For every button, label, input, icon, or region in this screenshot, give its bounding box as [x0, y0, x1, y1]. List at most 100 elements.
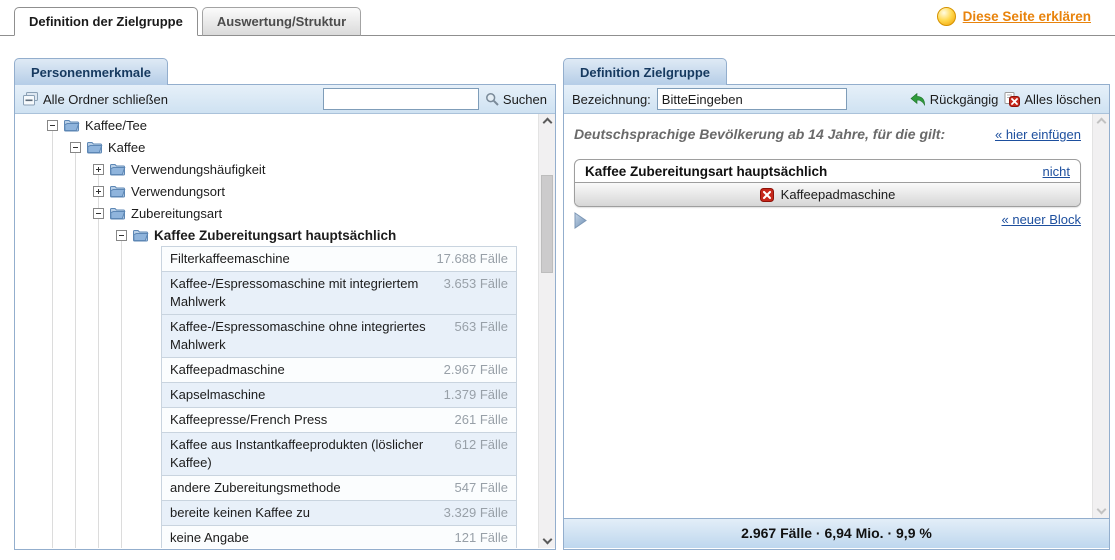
- tree-node-label: Kaffee: [108, 140, 145, 155]
- tab-personenmerkmale[interactable]: Personenmerkmale: [14, 58, 168, 85]
- folder-icon: [63, 119, 80, 132]
- collapse-toggle-icon[interactable]: [93, 208, 104, 219]
- tree-scrollbar[interactable]: [538, 114, 555, 548]
- tree-leaf[interactable]: andere Zubereitungsmethode 547 Fälle: [161, 475, 517, 501]
- tab-label: Auswertung/Struktur: [217, 14, 346, 29]
- leaf-count: 1.379 Fälle: [444, 386, 508, 404]
- collapse-all-button[interactable]: Alle Ordner schließen: [23, 92, 168, 107]
- tab-label: Definition der Zielgruppe: [29, 14, 183, 29]
- leaf-label: keine Angabe: [170, 529, 455, 547]
- tab-auswertung-struktur[interactable]: Auswertung/Struktur: [202, 7, 361, 36]
- tree-node-label: Verwendungshäufigkeit: [131, 162, 265, 177]
- expand-toggle-icon[interactable]: [93, 164, 104, 175]
- collapse-toggle-icon[interactable]: [116, 230, 127, 241]
- leaf-label: Kaffee-/Espressomaschine ohne integriert…: [170, 318, 455, 354]
- leaf-label: Kapselmaschine: [170, 386, 444, 404]
- tree-node-zubereitungsart[interactable]: Zubereitungsart: [15, 202, 555, 224]
- leaf-label: Filterkaffeemaschine: [170, 250, 436, 268]
- leaf-count: 547 Fälle: [455, 479, 508, 497]
- tree-leaf[interactable]: keine Angabe 121 Fälle: [161, 525, 517, 548]
- merkmal-value-list: Filterkaffeemaschine 17.688 Fälle Kaffee…: [161, 246, 517, 548]
- tree-node-verwendungshaeufigkeit[interactable]: Verwendungshäufigkeit: [15, 158, 555, 180]
- folder-icon: [132, 229, 149, 242]
- tree-node-label: Kaffee/Tee: [85, 118, 147, 133]
- tree-leaf[interactable]: Kaffee-/Espressomaschine ohne integriert…: [161, 314, 517, 358]
- scroll-up-icon[interactable]: [543, 117, 552, 126]
- collapse-all-icon: [23, 92, 39, 106]
- tree-leaf[interactable]: Kaffee aus Instantkaffeeprodukten (lösli…: [161, 432, 517, 476]
- collapse-toggle-icon[interactable]: [47, 120, 58, 131]
- search-button[interactable]: Suchen: [485, 92, 547, 107]
- leaf-count: 2.967 Fälle: [444, 361, 508, 379]
- main-content: Personenmerkmale Alle Ordner schließen: [0, 58, 1115, 550]
- new-block-link[interactable]: « neuer Block: [1002, 212, 1082, 227]
- definition-block: Kaffee Zubereitungsart hauptsächlich nic…: [574, 159, 1081, 207]
- bezeichnung-label: Bezeichnung:: [572, 92, 651, 107]
- tab-definition-zielgruppe[interactable]: Definition Zielgruppe: [563, 58, 727, 85]
- collapse-toggle-icon[interactable]: [70, 142, 81, 153]
- search-input[interactable]: [323, 88, 479, 110]
- leaf-label: andere Zubereitungsmethode: [170, 479, 455, 497]
- lightbulb-icon: [937, 7, 956, 26]
- clear-all-label: Alles löschen: [1024, 92, 1101, 107]
- personenmerkmale-panel: Personenmerkmale Alle Ordner schließen: [14, 58, 556, 550]
- block-footer-row: « neuer Block: [574, 212, 1081, 229]
- leaf-count: 121 Fälle: [455, 529, 508, 547]
- tree-leaf[interactable]: Filterkaffeemaschine 17.688 Fälle: [161, 246, 517, 272]
- folder-icon: [109, 207, 126, 220]
- definition-intro-row: « hier einfügen Deutschsprachige Bevölke…: [574, 124, 1081, 145]
- definition-block-header: Kaffee Zubereitungsart hauptsächlich nic…: [575, 160, 1080, 183]
- status-bar: 2.967 Fälle · 6,94 Mio. · 9,9 %: [564, 518, 1109, 548]
- tree-node-label: Verwendungsort: [131, 184, 225, 199]
- tree-node-kaffee[interactable]: Kaffee: [15, 136, 555, 158]
- personenmerkmale-box: Alle Ordner schließen Suchen: [14, 84, 556, 550]
- main-tab-bar: Definition der Zielgruppe Auswertung/Str…: [0, 0, 1115, 36]
- leaf-label: bereite keinen Kaffee zu: [170, 504, 444, 522]
- leaf-count: 3.653 Fälle: [444, 275, 508, 293]
- leaf-count: 17.688 Fälle: [436, 250, 508, 268]
- search-icon: [485, 92, 499, 106]
- tree-guide-line: [121, 237, 122, 548]
- definition-scrollbar[interactable]: [1092, 114, 1109, 518]
- app-window: Definition der Zielgruppe Auswertung/Str…: [0, 0, 1115, 560]
- tree-leaf[interactable]: Kaffee-/Espressomaschine mit integrierte…: [161, 271, 517, 315]
- scroll-down-icon[interactable]: [543, 536, 552, 545]
- zielgruppe-box: Bezeichnung: Rückgängig: [563, 84, 1110, 550]
- leaf-label: Kaffeepresse/French Press: [170, 411, 455, 429]
- leaf-count: 563 Fälle: [455, 318, 508, 336]
- tree-leaf[interactable]: Kaffeepadmaschine 2.967 Fälle: [161, 357, 517, 383]
- leaf-count: 261 Fälle: [455, 411, 508, 429]
- leaf-count: 3.329 Fälle: [444, 504, 508, 522]
- block-item-label: Kaffeepadmaschine: [781, 187, 896, 202]
- base-population-text: Deutschsprachige Bevölkerung ab 14 Jahre…: [574, 124, 966, 145]
- tree-node-verwendungsort[interactable]: Verwendungsort: [15, 180, 555, 202]
- scroll-up-icon[interactable]: [1097, 117, 1106, 126]
- tree-leaf[interactable]: Kapselmaschine 1.379 Fälle: [161, 382, 517, 408]
- collapse-all-label: Alle Ordner schließen: [43, 92, 168, 107]
- scroll-down-icon[interactable]: [1097, 506, 1106, 515]
- insert-here-link[interactable]: « hier einfügen: [995, 127, 1081, 142]
- folder-icon: [109, 185, 126, 198]
- expand-toggle-icon[interactable]: [93, 186, 104, 197]
- insert-marker-icon: [574, 212, 587, 229]
- tree-leaf[interactable]: bereite keinen Kaffee zu 3.329 Fälle: [161, 500, 517, 526]
- explain-page-link[interactable]: Diese Seite erklären: [937, 7, 1091, 26]
- tab-definition-der-zielgruppe[interactable]: Definition der Zielgruppe: [14, 7, 198, 36]
- leaf-label: Kaffee aus Instantkaffeeprodukten (lösli…: [170, 436, 455, 472]
- clear-all-button[interactable]: Alles löschen: [1004, 92, 1101, 107]
- tree-node-kaffee-zubereitungsart-hauptsaechlich[interactable]: Kaffee Zubereitungsart hauptsächlich: [15, 224, 555, 246]
- leaf-label: Kaffeepadmaschine: [170, 361, 444, 379]
- undo-button[interactable]: Rückgängig: [910, 92, 999, 107]
- undo-label: Rückgängig: [930, 92, 999, 107]
- zielgruppe-toolbar: Bezeichnung: Rückgängig: [564, 85, 1109, 114]
- tree-node-label: Kaffee Zubereitungsart hauptsächlich: [154, 228, 396, 243]
- leaf-label: Kaffee-/Espressomaschine mit integrierte…: [170, 275, 444, 311]
- remove-item-icon[interactable]: [760, 188, 774, 202]
- tree-leaf[interactable]: Kaffeepresse/French Press 261 Fälle: [161, 407, 517, 433]
- bezeichnung-input[interactable]: [657, 88, 847, 110]
- merkmale-toolbar: Alle Ordner schließen Suchen: [15, 85, 555, 114]
- negate-link[interactable]: nicht: [1043, 164, 1070, 179]
- tree-node-kaffee-tee[interactable]: Kaffee/Tee: [15, 114, 555, 136]
- scrollbar-thumb[interactable]: [541, 175, 553, 273]
- folder-icon: [86, 141, 103, 154]
